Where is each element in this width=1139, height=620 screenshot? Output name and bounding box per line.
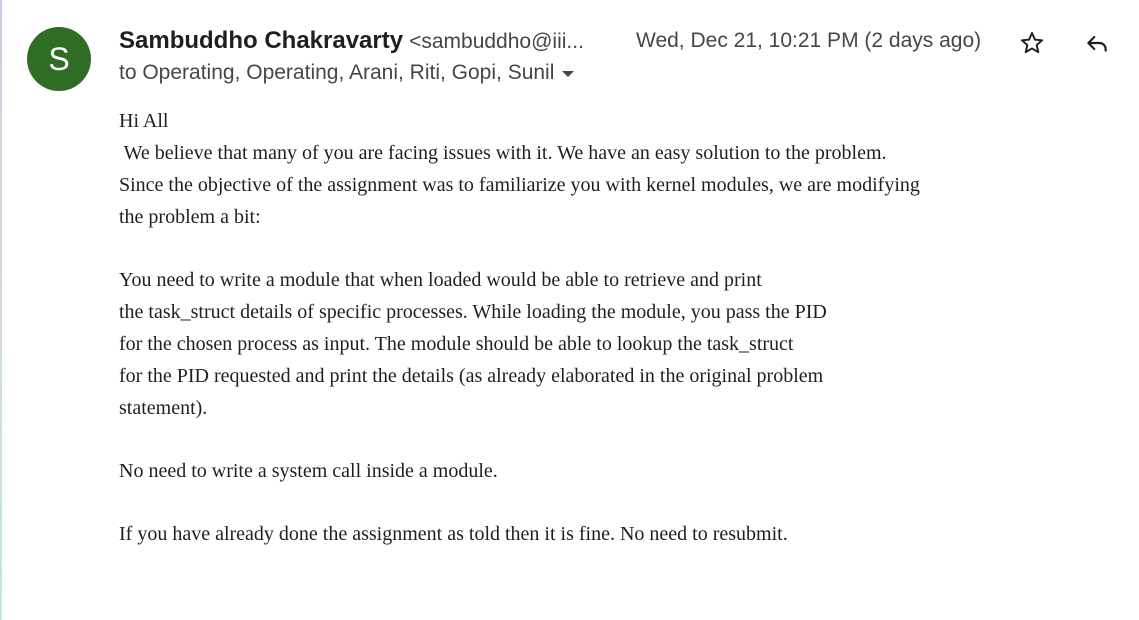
star-icon <box>1020 32 1044 54</box>
left-edge-border <box>0 0 2 620</box>
recipients-dropdown[interactable]: to Operating, Operating, Arani, Riti, Go… <box>119 61 575 85</box>
avatar-letter: S <box>48 41 70 77</box>
body-line: for the chosen process as input. The mod… <box>119 333 794 355</box>
body-line: statement). <box>119 397 208 419</box>
body-line: If you have already done the assignment … <box>119 523 788 545</box>
avatar[interactable]: S <box>27 27 91 91</box>
greeting: Hi All <box>119 110 169 132</box>
body-line: No need to write a system call inside a … <box>119 460 498 482</box>
star-button[interactable] <box>1014 25 1050 61</box>
body-line: Since the objective of the assignment wa… <box>119 174 920 196</box>
body-line: the problem a bit: <box>119 206 261 228</box>
signature-separator: -- <box>119 612 1109 620</box>
body-line: the task_struct details of specific proc… <box>119 301 827 323</box>
body-line: We believe that many of you are facing i… <box>119 142 887 164</box>
reply-button[interactable] <box>1079 25 1115 61</box>
sender-name[interactable]: Sambuddho Chakravarty <box>119 27 403 55</box>
body-line: for the PID requested and print the deta… <box>119 365 824 387</box>
reply-icon <box>1087 35 1107 52</box>
sender-line: Sambuddho Chakravarty <sambuddho@iii... <box>119 27 584 57</box>
sender-email[interactable]: <sambuddho@iii... <box>409 30 584 54</box>
timestamp: Wed, Dec 21, 10:21 PM (2 days ago) <box>636 29 982 52</box>
message-body: Hi All We believe that many of you are f… <box>119 105 1109 620</box>
body-line: You need to write a module that when loa… <box>119 269 762 291</box>
chevron-down-icon <box>562 71 575 77</box>
recipients-text: to Operating, Operating, Arani, Riti, Go… <box>119 61 555 84</box>
